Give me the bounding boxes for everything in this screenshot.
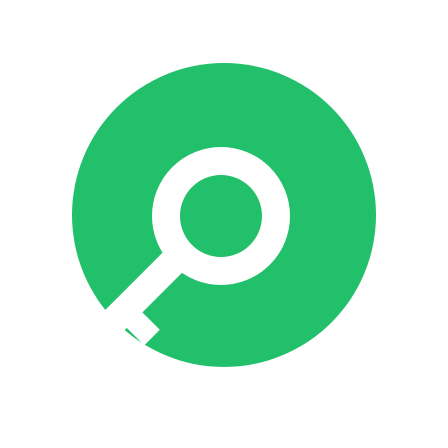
- app-icon: [72, 63, 376, 367]
- app-icon-canvas: [0, 0, 448, 448]
